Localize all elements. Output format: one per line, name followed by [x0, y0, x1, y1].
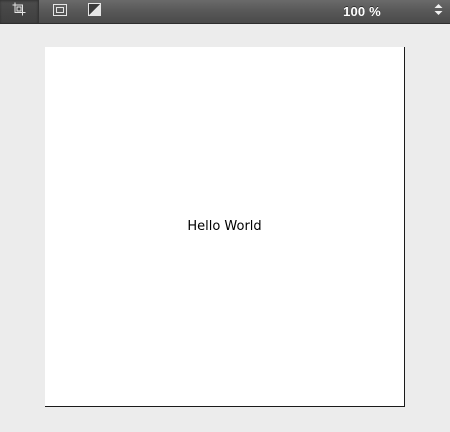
stepper-arrows-icon: [434, 3, 443, 21]
crop-icon: [12, 2, 26, 21]
preview-window: 100 % Hello World: [0, 0, 450, 432]
background-toggle-button[interactable]: [84, 0, 104, 23]
toolbar: 100 %: [0, 0, 450, 24]
background-toggle-icon: [87, 2, 101, 21]
crop-tool-button[interactable]: [0, 0, 39, 23]
preview-canvas: Hello World: [45, 47, 405, 407]
canvas-text: Hello World: [187, 219, 262, 234]
frame-icon: [53, 3, 67, 21]
zoom-level-label[interactable]: 100 %: [300, 0, 424, 23]
zoom-stepper[interactable]: [430, 0, 446, 23]
frame-tool-button[interactable]: [50, 0, 70, 23]
